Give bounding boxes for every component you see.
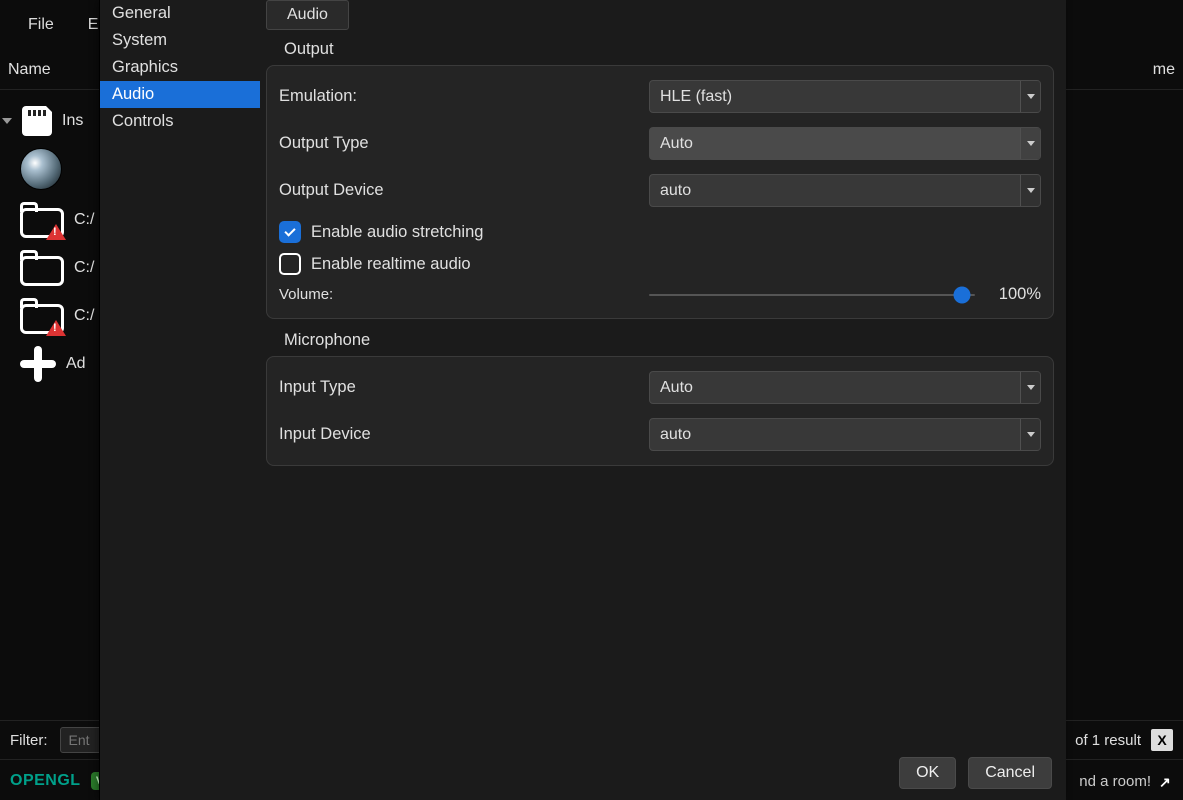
list-item-label: Ins <box>62 112 83 130</box>
group-output-label: Output <box>284 40 1054 59</box>
chevron-down-icon <box>1020 175 1040 206</box>
output-device-select[interactable]: auto <box>649 174 1041 207</box>
output-device-value: auto <box>660 182 691 200</box>
renderer-badge[interactable]: OPENGL <box>10 772 81 790</box>
group-microphone: Input Type Auto Input Device auto <box>266 356 1054 466</box>
folder-icon <box>20 202 64 238</box>
output-type-label: Output Type <box>279 134 649 153</box>
tab-audio[interactable]: Audio <box>266 0 349 30</box>
list-item-label: C:/ <box>74 307 94 325</box>
alert-badge-icon <box>46 224 66 240</box>
emulation-select[interactable]: HLE (fast) <box>649 80 1041 113</box>
close-filter-button[interactable]: X <box>1151 729 1173 751</box>
sidebar-item-general[interactable]: General <box>100 0 260 27</box>
column-name[interactable]: Name <box>8 61 51 79</box>
emulation-label: Emulation: <box>279 87 649 106</box>
input-type-label: Input Type <box>279 378 649 397</box>
alert-badge-icon <box>46 320 66 336</box>
realtime-audio-checkbox[interactable]: Enable realtime audio <box>279 253 1041 275</box>
sd-card-icon <box>22 106 52 136</box>
plus-icon <box>20 346 56 382</box>
sidebar-item-controls[interactable]: Controls <box>100 108 260 135</box>
game-icon <box>20 148 62 190</box>
checkbox-icon <box>279 221 301 243</box>
expand-icon[interactable] <box>1159 774 1173 788</box>
settings-sidebar: General System Graphics Audio Controls <box>100 0 260 746</box>
chevron-down-icon <box>1020 81 1040 112</box>
settings-dialog: General System Graphics Audio Controls A… <box>99 0 1066 800</box>
settings-content: Audio Output Emulation: HLE (fast) Outpu… <box>260 0 1066 746</box>
input-device-value: auto <box>660 426 691 444</box>
input-device-select[interactable]: auto <box>649 418 1041 451</box>
expand-icon[interactable] <box>2 118 12 124</box>
filter-label: Filter: <box>10 732 48 749</box>
chevron-down-icon <box>1020 372 1040 403</box>
emulation-value: HLE (fast) <box>660 88 732 106</box>
cancel-button[interactable]: Cancel <box>968 757 1052 789</box>
list-item-label: Ad <box>66 355 86 373</box>
column-right[interactable]: me <box>1153 61 1175 79</box>
checkbox-icon <box>279 253 301 275</box>
volume-label: Volume: <box>279 286 649 303</box>
input-device-label: Input Device <box>279 425 649 444</box>
dialog-footer: OK Cancel <box>100 746 1066 800</box>
folder-icon <box>20 298 64 334</box>
menu-file[interactable]: File <box>28 16 54 34</box>
sidebar-item-graphics[interactable]: Graphics <box>100 54 260 81</box>
audio-stretching-checkbox[interactable]: Enable audio stretching <box>279 221 1041 243</box>
output-type-select[interactable]: Auto <box>649 127 1041 160</box>
checkbox-label: Enable audio stretching <box>311 223 483 242</box>
results-text: of 1 result <box>1075 732 1141 749</box>
input-type-value: Auto <box>660 379 693 397</box>
folder-icon <box>20 250 64 286</box>
output-type-value: Auto <box>660 135 693 153</box>
list-item-label: C:/ <box>74 211 94 229</box>
chevron-down-icon <box>1020 128 1040 159</box>
volume-value: 100% <box>989 285 1041 304</box>
ok-button[interactable]: OK <box>899 757 956 789</box>
sidebar-item-system[interactable]: System <box>100 27 260 54</box>
slider-thumb[interactable] <box>953 286 970 303</box>
room-text: nd a room! <box>1079 773 1151 790</box>
output-device-label: Output Device <box>279 181 649 200</box>
group-output: Emulation: HLE (fast) Output Type Auto <box>266 65 1054 319</box>
chevron-down-icon <box>1020 419 1040 450</box>
tab-strip: Audio <box>266 0 1054 30</box>
input-type-select[interactable]: Auto <box>649 371 1041 404</box>
list-item-label: C:/ <box>74 259 94 277</box>
group-microphone-label: Microphone <box>284 331 1054 350</box>
sidebar-item-audio[interactable]: Audio <box>100 81 260 108</box>
checkbox-label: Enable realtime audio <box>311 255 471 274</box>
volume-slider[interactable] <box>649 294 975 296</box>
